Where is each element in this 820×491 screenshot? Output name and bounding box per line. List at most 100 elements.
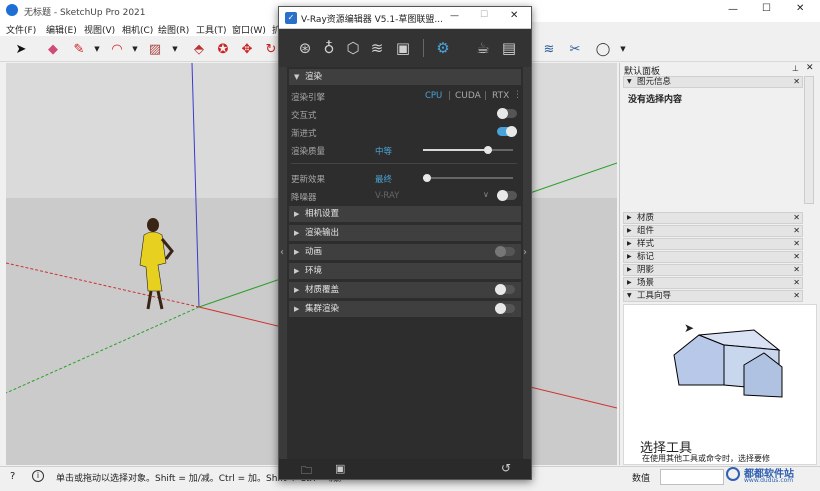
render-teapot-icon[interactable]: ☕	[473, 38, 493, 58]
geometry-icon[interactable]: ⬡	[343, 38, 363, 58]
swarm-toggle[interactable]	[495, 303, 515, 314]
expand-triangle-icon: ▶	[294, 305, 300, 313]
section-camera[interactable]: ▶ 相机设置	[289, 206, 521, 222]
engine-cuda-option[interactable]: CUDA	[455, 91, 481, 101]
panel-materials[interactable]: ▶ 材质 ✕	[623, 212, 803, 224]
select-arrow-icon[interactable]: ➤	[12, 40, 30, 58]
panel-styles[interactable]: ▶ 样式 ✕	[623, 238, 803, 250]
vray-maximize-button[interactable]: ☐	[480, 10, 488, 20]
section-swarm[interactable]: ▶ 集群渲染	[289, 301, 521, 317]
settings-gear-icon[interactable]: ⚙	[433, 38, 453, 58]
vray-title-bar: ✓ V-Ray资源编辑器 V5.1-草图联盟... — ☐ ✕	[279, 7, 531, 29]
panel-components[interactable]: ▶ 组件 ✕	[623, 225, 803, 237]
lights-icon[interactable]: ♁	[319, 38, 339, 58]
chevron-down-icon[interactable]: ▼	[166, 40, 184, 58]
material-override-toggle[interactable]	[495, 284, 515, 295]
panel-close-icon[interactable]: ✕	[793, 252, 800, 262]
expand-triangle-icon: ▶	[627, 253, 632, 260]
quality-slider[interactable]	[423, 146, 513, 154]
tray-close-icon[interactable]: ✕	[806, 63, 814, 73]
eraser-icon[interactable]: ◆	[44, 40, 62, 58]
entity-info-header[interactable]: ▼ 图元信息 ✕	[623, 76, 803, 88]
tray-scrollbar[interactable]	[804, 76, 814, 204]
materials-icon[interactable]: ⊛	[295, 38, 315, 58]
rectangle-icon[interactable]: ▨	[146, 40, 164, 58]
more-options-icon[interactable]: ⋮	[513, 90, 522, 100]
layers-icon[interactable]: ≋	[540, 40, 558, 58]
move-icon[interactable]: ✥	[238, 40, 256, 58]
user-account-icon[interactable]: ◯	[594, 40, 612, 58]
engine-rtx-option[interactable]: RTX	[492, 91, 509, 101]
pencil-icon[interactable]: ✎	[70, 40, 88, 58]
update-value: 最终	[375, 175, 393, 185]
section-animation[interactable]: ▶ 动画	[289, 244, 521, 260]
panel-close-icon[interactable]: ✕	[793, 278, 800, 288]
cursor-arrow-icon: ➤	[684, 321, 695, 335]
vray-title: V-Ray资源编辑器 V5.1-草图联盟...	[301, 15, 443, 25]
collapse-left-icon[interactable]: ‹	[280, 247, 284, 258]
measurements-input[interactable]	[660, 469, 724, 485]
panel-scenes[interactable]: ▶ 场景 ✕	[623, 277, 803, 289]
section-output[interactable]: ▶ 渲染输出	[289, 225, 521, 241]
denoiser-toggle[interactable]	[497, 190, 517, 201]
panel-close-icon[interactable]: ✕	[793, 213, 800, 223]
section-title: 材质覆盖	[305, 285, 340, 295]
chevron-down-icon[interactable]: ▼	[126, 40, 144, 58]
menu-camera[interactable]: 相机(C)	[122, 23, 153, 36]
close-button[interactable]: ✕	[796, 3, 804, 14]
divider: |	[484, 91, 488, 101]
vray-minimize-button[interactable]: —	[450, 11, 459, 21]
menu-draw[interactable]: 绘图(R)	[158, 23, 189, 36]
maximize-button[interactable]: ☐	[762, 3, 771, 14]
section-render[interactable]: ▼ 渲染	[289, 69, 521, 85]
panel-close-icon[interactable]: ✕	[793, 265, 800, 275]
push-pull-icon[interactable]: ⬘	[190, 40, 208, 58]
revert-icon[interactable]: ↺	[501, 461, 511, 475]
arc-icon[interactable]: ◠	[108, 40, 126, 58]
render-elements-icon[interactable]: ▣	[393, 38, 413, 58]
progressive-toggle[interactable]	[497, 126, 517, 137]
quality-value: 中等	[375, 147, 393, 157]
menu-tools[interactable]: 工具(T)	[196, 23, 227, 36]
sketchup-logo-icon	[6, 4, 18, 16]
section-material-override[interactable]: ▶ 材质覆盖	[289, 282, 521, 298]
entity-info-content: 没有选择内容	[628, 95, 683, 105]
engine-cpu-option[interactable]: CPU	[425, 91, 442, 101]
chevron-down-icon[interactable]: ∨	[483, 190, 489, 199]
update-slider[interactable]	[423, 174, 513, 182]
panel-shadows[interactable]: ▶ 阴影 ✕	[623, 264, 803, 276]
collapse-right-icon[interactable]: ›	[523, 247, 527, 258]
frame-buffer-icon[interactable]: ▤	[499, 38, 519, 58]
section-environment[interactable]: ▶ 环境	[289, 263, 521, 279]
minimize-button[interactable]: —	[728, 4, 738, 15]
vray-close-button[interactable]: ✕	[510, 10, 518, 21]
chevron-down-icon[interactable]: ▼	[614, 40, 632, 58]
panel-label: 组件	[637, 226, 655, 236]
save-icon[interactable]: ▣	[335, 462, 345, 475]
chevron-down-icon[interactable]: ▼	[88, 40, 106, 58]
open-folder-icon[interactable]: 🗀	[301, 462, 312, 481]
menu-bar: 文件(F) 编辑(E) 视图(V) 相机(C) 绘图(R) 工具(T) 窗口(W…	[0, 22, 300, 36]
panel-instructor[interactable]: ▼ 工具向导 ✕	[623, 290, 803, 302]
panel-close-icon[interactable]: ✕	[793, 77, 800, 87]
expand-triangle-icon: ▶	[627, 279, 632, 286]
menu-window[interactable]: 窗口(W)	[232, 23, 266, 36]
panel-close-icon[interactable]: ✕	[793, 291, 800, 301]
vray-footer: 🗀 ▣ ↺	[279, 459, 531, 479]
interactive-toggle[interactable]	[497, 108, 517, 119]
help-icon[interactable]: ?	[10, 471, 15, 482]
animation-toggle[interactable]	[495, 246, 515, 257]
follow-me-icon[interactable]: ✪	[214, 40, 232, 58]
menu-view[interactable]: 视图(V)	[84, 23, 115, 36]
menu-edit[interactable]: 编辑(E)	[46, 23, 77, 36]
layers-icon[interactable]: ≋	[367, 38, 387, 58]
denoiser-value[interactable]: V-RAY	[375, 191, 399, 201]
info-icon[interactable]: i	[32, 470, 44, 482]
pin-icon[interactable]: ⊥	[792, 64, 799, 73]
menu-file[interactable]: 文件(F)	[6, 23, 36, 36]
panel-tags[interactable]: ▶ 标记 ✕	[623, 251, 803, 263]
panel-close-icon[interactable]: ✕	[793, 239, 800, 249]
extension-manager-icon[interactable]: ✂	[566, 40, 584, 58]
collapse-triangle-icon: ▼	[294, 73, 300, 81]
panel-close-icon[interactable]: ✕	[793, 226, 800, 236]
